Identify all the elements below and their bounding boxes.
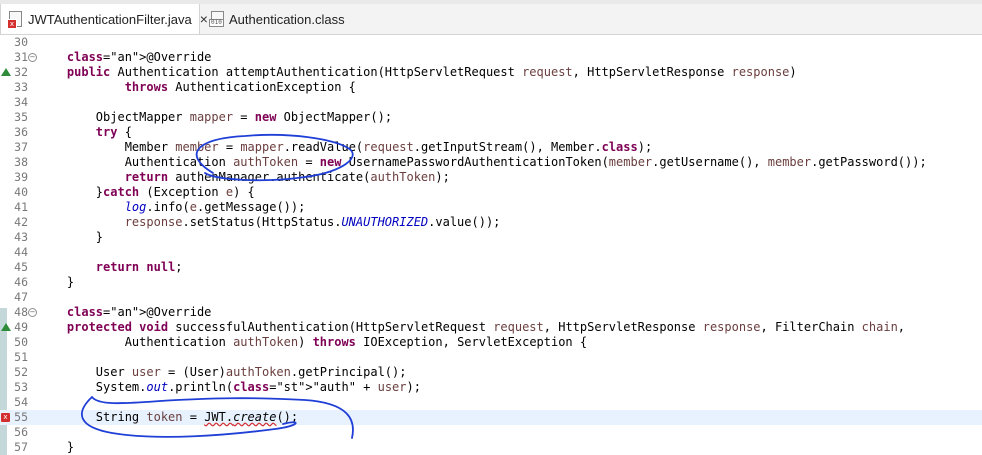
code-line[interactable]: 34 (0, 95, 982, 110)
line-number: 33 (14, 80, 28, 94)
code-text[interactable]: try { (38, 125, 132, 140)
code-line[interactable]: 48− class="an">@Override (0, 305, 982, 320)
code-line[interactable]: 30 (0, 35, 982, 50)
code-line[interactable]: 36 try { (0, 125, 982, 140)
code-line[interactable]: 33 throws AuthenticationException { (0, 80, 982, 95)
line-number: 44 (14, 245, 28, 259)
tab-label: Authentication.class (229, 11, 345, 27)
fold-toggle-icon[interactable]: − (28, 53, 37, 62)
code-line[interactable]: 40 }catch (Exception e) { (0, 185, 982, 200)
code-text[interactable]: Authentication authToken) throws IOExcep… (38, 335, 587, 350)
line-number: 32 (14, 65, 28, 79)
code-line[interactable]: 54 (0, 395, 982, 410)
code-text[interactable]: return null; (38, 260, 183, 275)
code-line[interactable]: 35 ObjectMapper mapper = new ObjectMappe… (0, 110, 982, 125)
code-line[interactable]: 37 Member member = mapper.readValue(requ… (0, 140, 982, 155)
line-number: 53 (14, 380, 28, 394)
code-line[interactable]: 49 protected void successfulAuthenticati… (0, 320, 982, 335)
code-text[interactable]: Member member = mapper.readValue(request… (38, 140, 652, 155)
line-number: 30 (14, 35, 28, 49)
code-text[interactable]: protected void successfulAuthentication(… (38, 320, 905, 335)
code-text[interactable]: ObjectMapper mapper = new ObjectMapper()… (38, 110, 392, 125)
editor-tab-bar: x JWTAuthenticationFilter.java × 010 Aut… (0, 0, 982, 35)
code-text[interactable]: class="an">@Override (38, 50, 212, 65)
line-number: 51 (14, 350, 28, 364)
code-editor[interactable]: 30 31− class="an">@Override 32 public Auth… (0, 35, 982, 455)
line-number: 39 (14, 170, 28, 184)
line-number: 42 (14, 215, 28, 229)
line-number: 31 (14, 50, 28, 64)
code-text[interactable]: public Authentication attemptAuthenticat… (38, 65, 797, 80)
code-text[interactable]: } (38, 440, 74, 455)
error-marker-icon[interactable]: x (1, 413, 10, 422)
line-number: 34 (14, 95, 28, 109)
code-line[interactable]: 46 } (0, 275, 982, 290)
code-line[interactable]: x 55 String token = JWT.create(); (0, 410, 982, 425)
line-number: 49 (14, 320, 28, 334)
code-text[interactable]: throws AuthenticationException { (38, 80, 356, 95)
line-number: 48 (14, 305, 28, 319)
code-line[interactable]: 45 return null; (0, 260, 982, 275)
code-text[interactable]: } (38, 230, 103, 245)
code-line[interactable]: 39 return authenManager.authenticate(aut… (0, 170, 982, 185)
code-text[interactable]: System.out.println(class="st">"auth" + u… (38, 380, 421, 395)
code-text[interactable]: String token = JWT.create(); (38, 410, 298, 425)
java-file-error-icon: x (7, 11, 23, 29)
code-line[interactable]: 42 response.setStatus(HttpStatus.UNAUTHO… (0, 215, 982, 230)
line-number: 56 (14, 425, 28, 439)
line-number: 37 (14, 140, 28, 154)
code-line[interactable]: 50 Authentication authToken) throws IOEx… (0, 335, 982, 350)
code-line[interactable]: 44 (0, 245, 982, 260)
line-number: 43 (14, 230, 28, 244)
line-number: 41 (14, 200, 28, 214)
code-text[interactable]: User user = (User)authToken.getPrincipal… (38, 365, 407, 380)
line-number: 40 (14, 185, 28, 199)
code-text[interactable]: } (38, 275, 74, 290)
code-line[interactable]: 56 (0, 425, 982, 440)
code-line[interactable]: 41 log.info(e.getMessage()); (0, 200, 982, 215)
tab-jwt-authentication-filter[interactable]: x JWTAuthenticationFilter.java × (0, 4, 208, 34)
line-number: 35 (14, 110, 28, 124)
line-number: 54 (14, 395, 28, 409)
line-number: 46 (14, 275, 28, 289)
line-number: 45 (14, 260, 28, 274)
code-line[interactable]: 47 (0, 290, 982, 305)
code-line[interactable]: 38 Authentication authToken = new Userna… (0, 155, 982, 170)
code-line[interactable]: 51 (0, 350, 982, 365)
line-number: 47 (14, 290, 28, 304)
code-text[interactable]: Authentication authToken = new UsernameP… (38, 155, 927, 170)
line-number: 50 (14, 335, 28, 349)
line-number: 57 (14, 440, 28, 454)
code-line[interactable]: 43 } (0, 230, 982, 245)
line-number: 36 (14, 125, 28, 139)
code-line[interactable]: 31− class="an">@Override (0, 50, 982, 65)
code-line[interactable]: 52 User user = (User)authToken.getPrinci… (0, 365, 982, 380)
code-line[interactable]: 53 System.out.println(class="st">"auth" … (0, 380, 982, 395)
code-line[interactable]: 57 } (0, 440, 982, 455)
fold-toggle-icon[interactable]: − (28, 308, 37, 317)
line-number: 55 (14, 410, 28, 424)
tab-label: JWTAuthenticationFilter.java (28, 11, 192, 27)
tab-authentication-class[interactable]: 010 Authentication.class (201, 4, 351, 34)
code-line[interactable]: 32 public Authentication attemptAuthenti… (0, 65, 982, 80)
code-text[interactable]: return authenManager.authenticate(authTo… (38, 170, 450, 185)
class-file-icon: 010 (209, 11, 225, 27)
code-text[interactable]: }catch (Exception e) { (38, 185, 255, 200)
code-text[interactable]: class="an">@Override (38, 305, 212, 320)
code-text[interactable]: log.info(e.getMessage()); (38, 200, 306, 215)
line-number: 52 (14, 365, 28, 379)
code-text[interactable]: response.setStatus(HttpStatus.UNAUTHORIZ… (38, 215, 501, 230)
line-number: 38 (14, 155, 28, 169)
